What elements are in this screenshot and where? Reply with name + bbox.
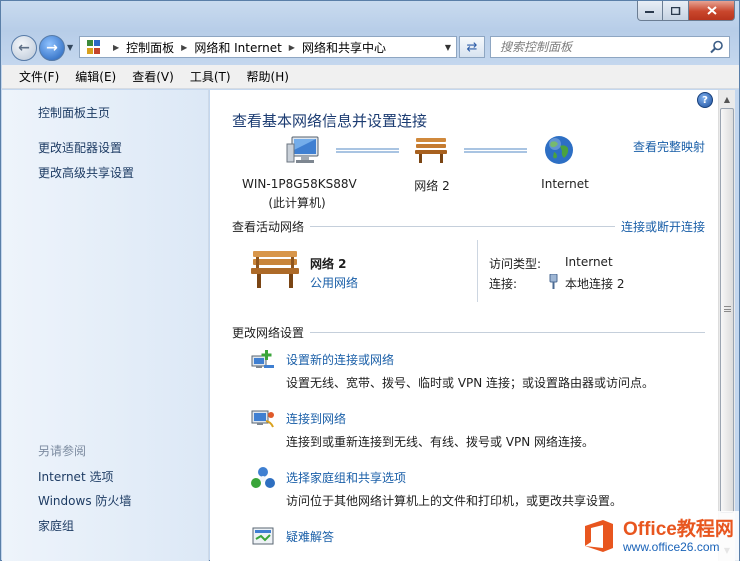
chevron-down-icon: ▼ <box>67 43 74 52</box>
search-icon[interactable] <box>710 40 724 54</box>
menu-bar: 文件(F) 编辑(E) 查看(V) 工具(T) 帮助(H) <box>2 65 739 89</box>
scroll-grip-icon <box>724 306 731 312</box>
computer-icon <box>286 136 319 163</box>
refresh-icon: ⇄ <box>466 39 478 55</box>
watermark-brand: Office教程网 <box>623 519 734 540</box>
sidebar-link-internet-options[interactable]: Internet 选项 <box>38 468 113 485</box>
local-connection-link[interactable]: 本地连接 2 <box>565 275 624 292</box>
vertical-scrollbar[interactable]: ▲ ▼ <box>718 90 735 561</box>
office-logo-icon <box>585 520 613 552</box>
change-settings-heading: 更改网络设置 <box>232 326 305 340</box>
history-dropdown[interactable]: ▼ <box>67 43 73 52</box>
map-network-node: 网络 2 <box>414 179 450 193</box>
refresh-button[interactable]: ⇄ <box>459 36 485 58</box>
breadcrumb-item[interactable]: 网络和共享中心 <box>302 39 386 56</box>
vertical-divider <box>477 240 478 302</box>
see-also-heading: 另请参阅 <box>38 444 87 458</box>
task-homegroup-link[interactable]: 选择家庭组和共享选项 <box>286 469 406 486</box>
navigation-bar: ← → ▼ ▶ 控制面板 ▶ 网络和 Internet ▶ 网络和共享中心 ▼ … <box>1 31 739 63</box>
menu-file[interactable]: 文件(F) <box>19 68 59 85</box>
menu-help[interactable]: 帮助(H) <box>247 68 289 85</box>
access-type-value: Internet <box>565 255 613 269</box>
breadcrumb-separator-icon: ▶ <box>181 42 188 52</box>
page-title: 查看基本网络信息并设置连接 <box>232 112 428 130</box>
section-divider <box>310 226 615 227</box>
ethernet-plug-icon <box>549 274 558 289</box>
forward-arrow-icon: → <box>46 40 58 56</box>
full-map-link[interactable]: 查看完整映射 <box>633 138 705 155</box>
task-new-connection-desc: 设置无线、宽带、拨号、临时或 VPN 连接；或设置路由器或访问点。 <box>286 376 655 390</box>
watermark-url: www.office26.com <box>623 539 720 554</box>
map-computer-node: WIN-1P8G58KS88V (此计算机) <box>242 177 357 211</box>
task-new-connection-link[interactable]: 设置新的连接或网络 <box>286 351 394 368</box>
breadcrumb-separator-icon: ▶ <box>113 42 120 52</box>
map-internet-node: Internet <box>541 177 589 191</box>
address-dropdown-icon[interactable]: ▼ <box>445 43 451 52</box>
map-link-line <box>336 148 399 153</box>
map-link-line <box>464 148 527 153</box>
access-type-label: 访问类型: <box>489 257 542 271</box>
computer-name: WIN-1P8G58KS88V <box>242 177 357 191</box>
maximize-icon <box>670 6 680 15</box>
sidebar: 控制面板主页 更改适配器设置 更改高级共享设置 另请参阅 Internet 选项… <box>2 90 209 561</box>
section-divider <box>310 332 705 333</box>
close-icon <box>706 6 717 15</box>
scroll-up-arrow-icon[interactable]: ▲ <box>719 91 735 107</box>
window: ← → ▼ ▶ 控制面板 ▶ 网络和 Internet ▶ 网络和共享中心 ▼ … <box>0 0 740 561</box>
maximize-button[interactable] <box>663 1 689 21</box>
office26-watermark: Office教程网 www.office26.com <box>577 511 739 561</box>
menu-edit[interactable]: 编辑(E) <box>75 68 116 85</box>
task-troubleshoot-link[interactable]: 疑难解答 <box>286 528 334 545</box>
task-connect-network-desc: 连接到或重新连接到无线、有线、拨号或 VPN 网络连接。 <box>286 435 595 449</box>
connections-label: 连接: <box>489 277 518 291</box>
troubleshoot-icon <box>252 527 274 545</box>
connect-disconnect-link[interactable]: 连接或断开连接 <box>621 218 705 235</box>
sidebar-link-homegroup[interactable]: 家庭组 <box>38 517 74 534</box>
close-button[interactable] <box>689 1 735 21</box>
homegroup-icon <box>251 467 275 488</box>
menu-tools[interactable]: 工具(T) <box>190 68 231 85</box>
minimize-icon <box>645 10 654 13</box>
sidebar-link-adapter-settings[interactable]: 更改适配器设置 <box>38 139 122 156</box>
task-homegroup-desc: 访问位于其他网络计算机上的文件和打印机，或更改共享设置。 <box>286 494 623 508</box>
help-icon[interactable]: ? <box>697 92 713 108</box>
back-arrow-icon: ← <box>18 40 30 56</box>
active-network-name: 网络 2 <box>310 257 347 271</box>
watermark-text: Office教程网 www.office26.com <box>623 519 734 554</box>
minimize-button[interactable] <box>637 1 663 21</box>
watermark-brand-latin: Office <box>623 518 677 540</box>
main-content: ? 查看基本网络信息并设置连接 查看完整映射 WIN-1P8G58KS88V (… <box>210 90 718 561</box>
forward-button[interactable]: → <box>39 35 65 61</box>
address-bar[interactable]: ▶ 控制面板 ▶ 网络和 Internet ▶ 网络和共享中心 ▼ <box>79 36 457 58</box>
network-bench-icon <box>251 251 299 288</box>
search-box[interactable] <box>490 36 730 58</box>
breadcrumb-separator-icon: ▶ <box>288 42 295 52</box>
search-input[interactable] <box>500 40 705 54</box>
globe-icon <box>545 136 573 164</box>
network-type-link[interactable]: 公用网络 <box>310 274 358 291</box>
breadcrumb-item[interactable]: 网络和 Internet <box>194 39 281 56</box>
control-panel-icon <box>84 39 102 55</box>
breadcrumb-item[interactable]: 控制面板 <box>126 39 174 56</box>
active-networks-heading: 查看活动网络 <box>232 220 305 234</box>
connect-network-icon <box>251 410 274 428</box>
sidebar-link-control-panel-home[interactable]: 控制面板主页 <box>38 104 110 121</box>
task-connect-network-link[interactable]: 连接到网络 <box>286 410 346 427</box>
back-button[interactable]: ← <box>11 35 37 61</box>
scroll-thumb[interactable] <box>720 108 734 513</box>
sidebar-link-advanced-sharing[interactable]: 更改高级共享设置 <box>38 164 134 181</box>
caption-buttons <box>637 1 735 21</box>
network-bench-icon <box>415 138 447 163</box>
menu-view[interactable]: 查看(V) <box>132 68 174 85</box>
new-connection-icon <box>251 350 274 368</box>
computer-sub-label: (此计算机) <box>268 196 326 210</box>
sidebar-link-windows-firewall[interactable]: Windows 防火墙 <box>38 492 131 509</box>
watermark-brand-cn: 教程网 <box>676 518 734 540</box>
